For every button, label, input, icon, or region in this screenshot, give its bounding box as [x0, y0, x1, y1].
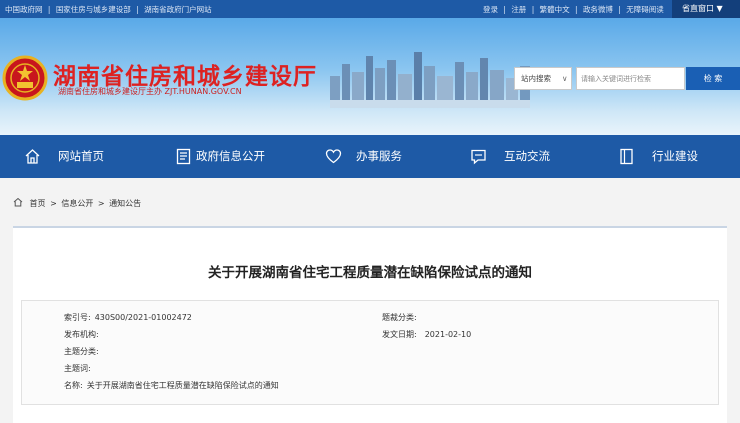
accessibility-link[interactable]: 无障碍阅读 — [626, 5, 664, 14]
chat-icon — [471, 149, 486, 165]
separator: | — [47, 5, 51, 14]
nav-label: 办事服务 — [356, 149, 402, 163]
nav-label: 网站首页 — [58, 149, 104, 163]
site-subtitle: 湖南省住房和城乡建设厅主办 ZJT.HUNAN.GOV.CN — [58, 87, 242, 96]
meta-name: 名称: 关于开展湖南省住宅工程质量潜在缺陷保险试点的通知 — [64, 380, 279, 391]
city-skyline-image — [330, 52, 530, 108]
meta-label: 主题分类: — [64, 347, 99, 356]
nav-item-interaction[interactable]: 互动交流 — [470, 135, 570, 178]
search-button[interactable]: 检 索 — [686, 67, 740, 90]
article-panel: 关于开展湖南省住宅工程质量潜在缺陷保险试点的通知 索引号: 430S00/2021… — [13, 226, 727, 423]
breadcrumb-home[interactable]: 首页 — [30, 199, 46, 208]
chevron-down-icon: ∨ — [562, 74, 568, 83]
site-banner: 湖南省住房和城乡建设厅 湖南省住房和城乡建设厅主办 ZJT.HUNAN.GOV.… — [0, 18, 740, 135]
link-gov-cn[interactable]: 中国政府网 — [5, 5, 43, 14]
meta-label: 发布机构: — [64, 330, 99, 339]
top-links-bar: 中国政府网 | 国家住房与城乡建设部 | 湖南省政府门户网站 登录 | 注册 |… — [0, 0, 740, 18]
link-hunan-gov[interactable]: 湖南省政府门户网站 — [144, 5, 212, 14]
meta-label: 索引号: — [64, 313, 91, 322]
link-mohurd[interactable]: 国家住房与城乡建设部 — [56, 5, 131, 14]
breadcrumb-separator: > — [50, 199, 57, 208]
article-title: 关于开展湖南省住宅工程质量潜在缺陷保险试点的通知 — [208, 265, 532, 281]
separator: | — [531, 5, 535, 14]
breadcrumb: 首页 > 信息公开 > 通知公告 — [13, 197, 143, 209]
meta-label: 题裁分类: — [382, 313, 417, 322]
separator: | — [618, 5, 621, 14]
breadcrumb-separator: > — [97, 199, 105, 208]
meta-label: 发文日期: — [382, 330, 417, 339]
national-emblem-icon — [2, 55, 48, 101]
meta-index: 索引号: 430S00/2021-01002472 — [64, 312, 192, 323]
separator: | — [575, 5, 578, 14]
nav-item-gov-info[interactable]: 政府信息公开 — [175, 135, 295, 178]
nav-label: 政府信息公开 — [196, 149, 265, 163]
meta-label: 主题词: — [64, 364, 91, 373]
nav-item-home[interactable]: 网站首页 — [24, 135, 124, 178]
search-scope-label: 站内搜索 — [521, 74, 551, 83]
traditional-chinese-link[interactable]: 繁體中文 — [540, 5, 570, 14]
user-links: 登录 | 注册 | 繁體中文 | 政务微博 | 无障碍阅读 — [483, 4, 667, 15]
meta-value: 关于开展湖南省住宅工程质量潜在缺陷保险试点的通知 — [86, 381, 279, 390]
meta-value: 2021-02-10 — [424, 330, 472, 339]
external-links: 中国政府网 | 国家住房与城乡建设部 | 湖南省政府门户网站 — [5, 4, 215, 15]
nav-label: 互动交流 — [504, 149, 550, 163]
breadcrumb-info-public[interactable]: 信息公开 — [61, 199, 93, 208]
login-link[interactable]: 登录 — [483, 5, 498, 14]
nav-item-industry[interactable]: 行业建设 — [618, 135, 718, 178]
meta-label: 名称: — [64, 381, 83, 390]
heart-icon — [325, 149, 342, 164]
register-link[interactable]: 注册 — [511, 5, 526, 14]
meta-category: 题裁分类: — [382, 312, 421, 323]
meta-value: 430S00/2021-01002472 — [94, 313, 192, 322]
separator: | — [503, 5, 506, 14]
nav-item-services[interactable]: 办事服务 — [325, 135, 425, 178]
meta-publisher: 发布机构: — [64, 329, 103, 340]
meta-keywords: 主题词: — [64, 363, 95, 374]
home-icon — [13, 197, 23, 207]
home-icon — [25, 149, 40, 164]
separator: | — [136, 5, 139, 14]
document-icon — [176, 148, 191, 165]
portal-dropdown-button[interactable]: 省直窗口 ▼ — [672, 0, 740, 18]
building-icon — [620, 148, 633, 165]
meta-date: 发文日期: 2021-02-10 — [382, 329, 471, 340]
article-meta-box: 索引号: 430S00/2021-01002472 题裁分类: 发布机构: 发文日… — [21, 300, 719, 405]
weibo-link[interactable]: 政务微博 — [583, 5, 613, 14]
meta-topic: 主题分类: — [64, 346, 103, 357]
search-bar: 站内搜索 ∨ 检 索 — [514, 67, 740, 90]
breadcrumb-notices[interactable]: 通知公告 — [109, 199, 141, 208]
main-nav: 网站首页 政府信息公开 办事服务 互动交流 行业建设 — [0, 135, 740, 178]
search-scope-select[interactable]: 站内搜索 ∨ — [514, 67, 572, 90]
nav-label: 行业建设 — [652, 149, 698, 163]
search-input[interactable] — [576, 67, 685, 90]
